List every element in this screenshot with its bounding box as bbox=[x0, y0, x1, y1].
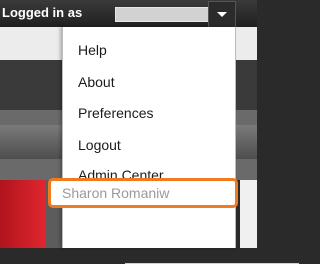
user-menu-toggle-button[interactable] bbox=[208, 1, 236, 28]
masked-username bbox=[115, 7, 209, 22]
menu-item-preferences[interactable]: Preferences bbox=[78, 105, 153, 121]
background-panel bbox=[240, 180, 257, 248]
current-user-highlight: Sharon Romaniw bbox=[48, 178, 238, 208]
menu-item-about[interactable]: About bbox=[78, 74, 115, 90]
top-bar: Logged in as bbox=[0, 0, 257, 28]
logged-in-label: Logged in as bbox=[2, 5, 83, 20]
caret-down-icon bbox=[217, 12, 227, 17]
current-user-name: Sharon Romaniw bbox=[62, 185, 170, 201]
background-red-tile bbox=[0, 180, 45, 248]
user-dropdown-menu: Help About Preferences Logout Admin Cent… bbox=[62, 27, 299, 264]
menu-item-logout[interactable]: Logout bbox=[78, 137, 121, 153]
menu-item-help[interactable]: Help bbox=[78, 42, 107, 58]
